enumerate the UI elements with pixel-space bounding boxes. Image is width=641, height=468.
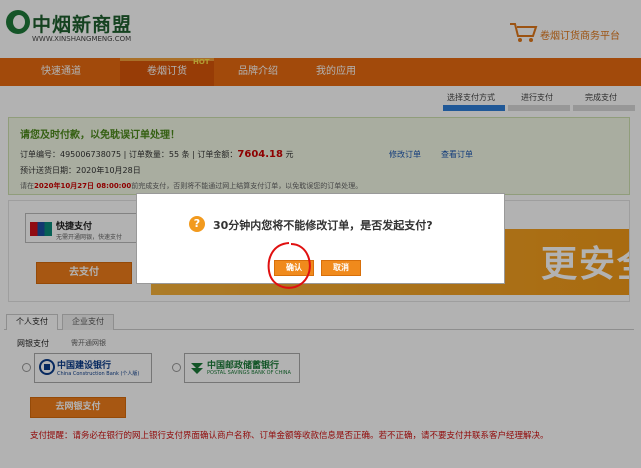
confirm-button[interactable]: 确认 bbox=[274, 260, 314, 276]
dialog-message: 30分钟内您将不能修改订单，是否发起支付? bbox=[213, 219, 433, 232]
cancel-button[interactable]: 取消 bbox=[321, 260, 361, 276]
question-icon: ? bbox=[189, 216, 205, 232]
confirm-dialog: ? 30分钟内您将不能修改订单，是否发起支付? 确认 取消 bbox=[136, 193, 505, 284]
